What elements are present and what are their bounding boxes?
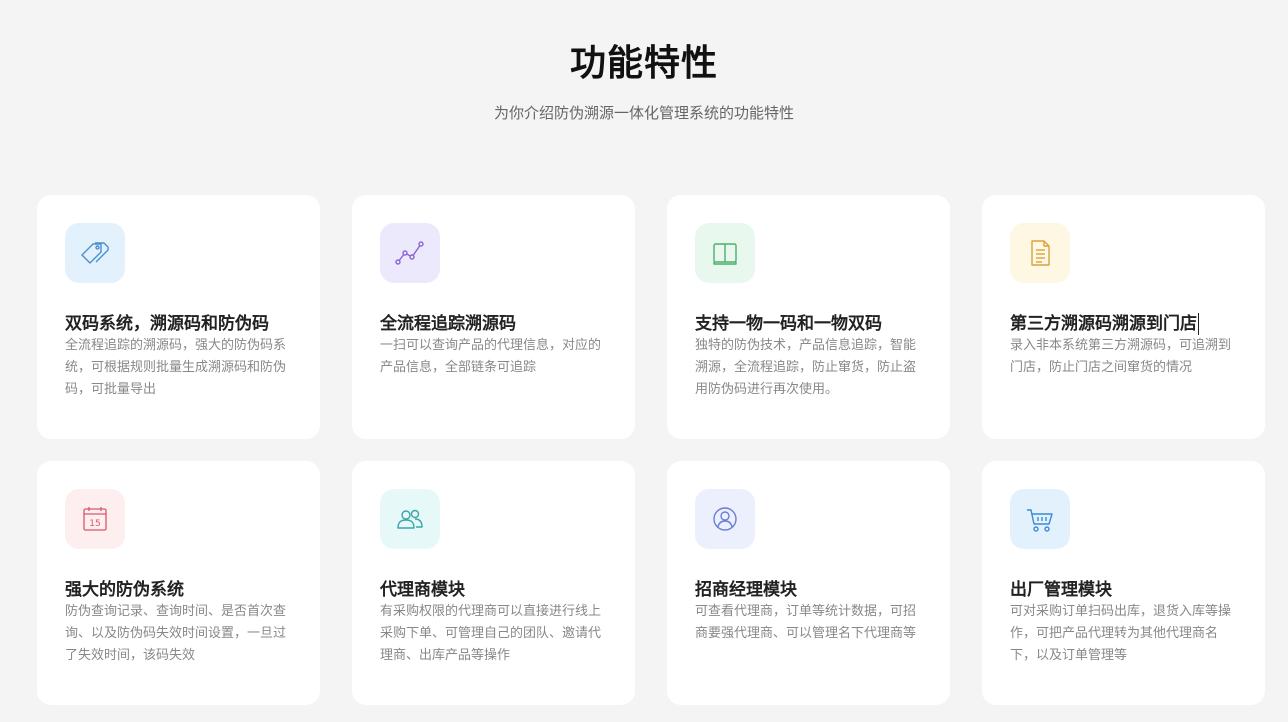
feature-card-one-code[interactable]: 支持一物一码和一物双码 独特的防伪技术，产品信息追踪，智能溯源，全流程追踪，防止…: [667, 195, 950, 439]
feature-card-traceability[interactable]: 全流程追踪溯源码 一扫可以查询产品的代理信息，对应的产品信息，全部链条可追踪: [352, 195, 635, 439]
text-cursor: [1198, 313, 1199, 335]
card-description: 独特的防伪技术，产品信息追踪，智能溯源，全流程追踪，防止窜货，防止盗用防伪码进行…: [695, 338, 917, 397]
book-icon: [695, 223, 755, 283]
svg-text:15: 15: [89, 519, 100, 529]
section-title: 功能特性: [569, 43, 718, 84]
card-title: 招商经理模块: [695, 580, 797, 600]
feature-card-factory[interactable]: 出厂管理模块 可对采购订单扫码出库，退货入库等操作，可把产品代理转为其他代理商名…: [982, 461, 1265, 705]
card-description: 防伪查询记录、查询时间、是否首次查询、以及防伪码失效时间设置，一旦过了失效时间，…: [65, 604, 287, 663]
card-title: 全流程追踪溯源码: [380, 314, 516, 334]
feature-card-anti-counterfeit[interactable]: 15 强大的防伪系统 防伪查询记录、查询时间、是否首次查询、以及防伪码失效时间设…: [37, 461, 320, 705]
card-description: 全流程追踪的溯源码，强大的防伪码系统，可根据规则批量生成溯源码和防伪码，可批量导…: [65, 338, 287, 397]
tags-icon: [65, 223, 125, 283]
users-icon: [380, 489, 440, 549]
card-description: 可对采购订单扫码出库，退货入库等操作，可把产品代理转为其他代理商名下，以及订单管…: [1010, 604, 1232, 663]
feature-card-manager[interactable]: 招商经理模块 可查看代理商，订单等统计数据，可招商要强代理商、可以管理名下代理商…: [667, 461, 950, 705]
card-title: 双码系统，溯源码和防伪码: [65, 314, 269, 334]
feature-card-dual-code[interactable]: 双码系统，溯源码和防伪码 全流程追踪的溯源码，强大的防伪码系统，可根据规则批量生…: [37, 195, 320, 439]
card-title: 强大的防伪系统: [65, 580, 184, 600]
user-circle-icon: [695, 489, 755, 549]
feature-card-agent[interactable]: 代理商模块 有采购权限的代理商可以直接进行线上采购下单、可管理自己的团队、邀请代…: [352, 461, 635, 705]
calendar-icon: 15: [65, 489, 125, 549]
line-chart-icon: [380, 223, 440, 283]
card-description: 录入非本系统第三方溯源码，可追溯到门店，防止门店之间窜货的情况: [1010, 338, 1232, 375]
card-description: 有采购权限的代理商可以直接进行线上采购下单、可管理自己的团队、邀请代理商、出库产…: [380, 604, 602, 663]
card-title: 代理商模块: [380, 580, 465, 600]
card-title: 出厂管理模块: [1010, 580, 1112, 600]
card-title: 第三方溯源码溯源到门店: [1010, 313, 1199, 335]
section-subtitle: 为你介绍防伪溯源一体化管理系统的功能特性: [493, 104, 794, 122]
card-description: 一扫可以查询产品的代理信息，对应的产品信息，全部链条可追踪: [380, 338, 602, 375]
card-title: 支持一物一码和一物双码: [695, 314, 882, 334]
card-description: 可查看代理商，订单等统计数据，可招商要强代理商、可以管理名下代理商等: [695, 604, 917, 641]
document-icon: [1010, 223, 1070, 283]
shopping-cart-icon: [1010, 489, 1070, 549]
feature-card-third-party[interactable]: 第三方溯源码溯源到门店 录入非本系统第三方溯源码，可追溯到门店，防止门店之间窜货…: [982, 195, 1265, 439]
